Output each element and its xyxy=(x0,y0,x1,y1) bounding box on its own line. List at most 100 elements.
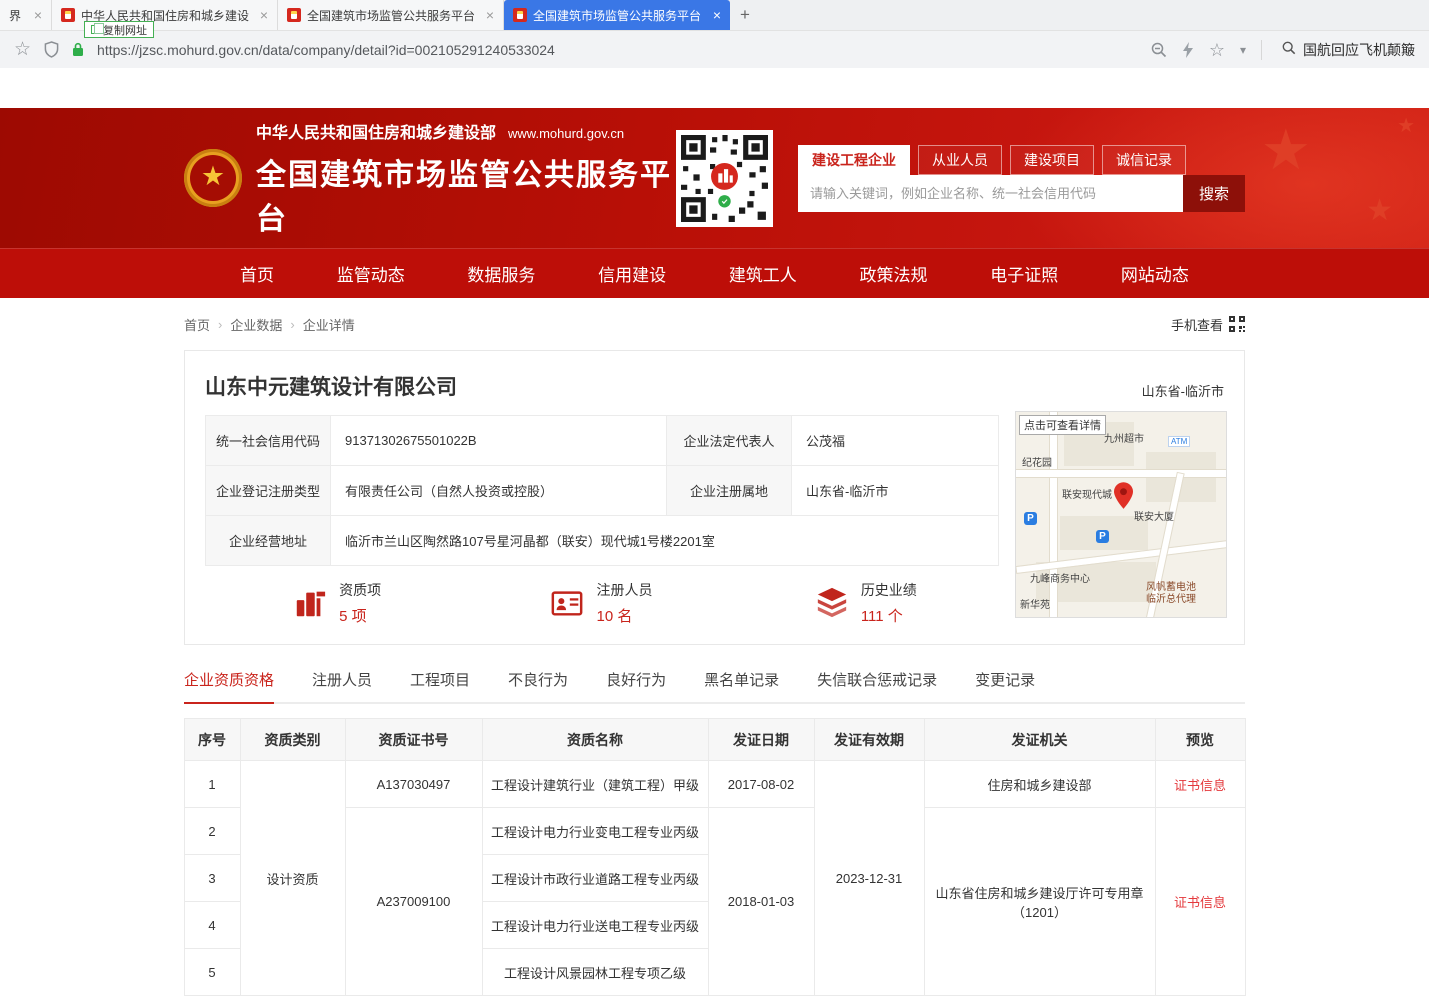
brand-text: 中华人民共和国住房和城乡建设部 www.mohurd.gov.cn 全国建筑市场… xyxy=(256,119,676,238)
qualification-table: 序号 资质类别 资质证书号 资质名称 发证日期 发证有效期 发证机关 预览 1 … xyxy=(184,718,1246,996)
nav-item-news[interactable]: 网站动态 xyxy=(1121,261,1189,286)
cell-cert-no: A237009100 xyxy=(345,808,482,996)
tab-title: 全国建筑市场监管公共服务平台 xyxy=(307,7,480,24)
company-stats: 资质项 5 项 注册人员 10 名 历史业绩 111 个 xyxy=(205,580,998,626)
chevron-down-icon[interactable]: ▾ xyxy=(1240,44,1246,56)
nav-item-credit[interactable]: 信用建设 xyxy=(598,261,666,286)
new-tab-button[interactable]: + xyxy=(730,0,760,30)
nav-item-data-service[interactable]: 数据服务 xyxy=(467,261,535,286)
cert-info-link[interactable]: 证书信息 xyxy=(1174,778,1226,793)
search-tab-enterprise[interactable]: 建设工程企业 xyxy=(798,145,910,175)
cell-qual-name: 工程设计电力行业送电工程专业丙级 xyxy=(482,902,708,949)
copy-url-tooltip: 复制网址 xyxy=(84,21,154,38)
nav-item-workers[interactable]: 建筑工人 xyxy=(729,261,797,286)
zoom-out-icon[interactable] xyxy=(1151,42,1167,58)
map-label: 联安大厦 xyxy=(1134,508,1174,523)
field-label: 企业登记注册类型 xyxy=(206,466,331,516)
tab-close-icon[interactable]: × xyxy=(260,8,268,22)
tab-good-behavior[interactable]: 良好行为 xyxy=(606,669,666,702)
cert-info-link[interactable]: 证书信息 xyxy=(1174,895,1226,910)
field-value-credit-code: 91371302675501022B xyxy=(331,416,667,466)
stat-historical-performance[interactable]: 历史业绩 111 个 xyxy=(734,580,998,626)
layers-icon xyxy=(815,586,849,620)
search-tab-project[interactable]: 建设项目 xyxy=(1010,145,1094,175)
qr-code xyxy=(676,130,773,227)
detail-section-tabs: 企业资质资格 注册人员 工程项目 不良行为 良好行为 黑名单记录 失信联合惩戒记… xyxy=(184,669,1245,704)
parking-icon: P xyxy=(1096,530,1109,543)
company-info-table: 统一社会信用代码 91371302675501022B 企业法定代表人 公茂福 … xyxy=(205,415,999,566)
browser-tab-jzsc[interactable]: 全国建筑市场监管公共服务平台 × xyxy=(278,0,504,30)
site-favicon-icon xyxy=(61,8,75,22)
browser-chrome: 界 × 中华人民共和国住房和城乡建设 × 全国建筑市场监管公共服务平台 × 全国… xyxy=(0,0,1429,68)
decorative-star-icon: ★ xyxy=(1261,122,1311,178)
keyword-search-input[interactable] xyxy=(798,175,1183,212)
tab-close-icon[interactable]: × xyxy=(713,8,721,22)
col-header-preview: 预览 xyxy=(1155,719,1245,761)
flash-icon[interactable] xyxy=(1182,42,1194,58)
mini-qr-icon xyxy=(1229,316,1245,332)
site-title: 全国建筑市场监管公共服务平台 xyxy=(256,150,676,238)
stat-registered-personnel[interactable]: 注册人员 10 名 xyxy=(469,580,733,626)
field-value-legal-rep: 公茂福 xyxy=(792,416,999,466)
main-navigation: 首页 监管动态 数据服务 信用建设 建筑工人 政策法规 电子证照 网站动态 xyxy=(0,248,1429,298)
col-header-validity: 发证有效期 xyxy=(814,719,924,761)
site-favicon-icon xyxy=(287,8,301,22)
breadcrumb-separator: › xyxy=(218,317,222,332)
id-card-person-icon xyxy=(550,586,584,620)
browser-tab-partial[interactable]: 界 × xyxy=(0,0,52,30)
stat-value: 5 项 xyxy=(339,605,381,626)
search-icon xyxy=(1282,41,1296,58)
tab-bad-behavior[interactable]: 不良行为 xyxy=(508,669,568,702)
tab-dishonesty-records[interactable]: 失信联合惩戒记录 xyxy=(817,669,937,702)
nav-item-certificates[interactable]: 电子证照 xyxy=(990,261,1058,286)
map-widget[interactable]: 点击可查看详情 九州超市 ATM 纪花园 联安现代城 联安大厦 九峰商务中心 新… xyxy=(1015,411,1227,618)
search-button[interactable]: 搜索 xyxy=(1183,175,1245,212)
nav-item-supervision[interactable]: 监管动态 xyxy=(337,261,405,286)
tab-projects[interactable]: 工程项目 xyxy=(410,669,470,702)
table-header-row: 序号 资质类别 资质证书号 资质名称 发证日期 发证有效期 发证机关 预览 xyxy=(184,719,1245,761)
breadcrumb-detail[interactable]: 企业详情 xyxy=(303,315,355,334)
search-tab-personnel[interactable]: 从业人员 xyxy=(918,145,1002,175)
cell-issue-date: 2018-01-03 xyxy=(708,808,814,996)
cell-serial: 4 xyxy=(184,902,240,949)
cell-preview: 证书信息 xyxy=(1155,808,1245,996)
tab-close-icon[interactable]: × xyxy=(486,8,494,22)
cell-qual-name: 工程设计市政行业道路工程专业丙级 xyxy=(482,855,708,902)
breadcrumb-home[interactable]: 首页 xyxy=(184,315,210,334)
cell-preview: 证书信息 xyxy=(1155,761,1245,808)
decorative-star-icon: ★ xyxy=(1366,196,1393,226)
tab-registered-personnel[interactable]: 注册人员 xyxy=(312,669,372,702)
info-row: 统一社会信用代码 91371302675501022B 企业法定代表人 公茂福 xyxy=(206,416,999,466)
ministry-url: www.mohurd.gov.cn xyxy=(508,126,624,141)
search-tab-credit[interactable]: 诚信记录 xyxy=(1102,145,1186,175)
mobile-view-button[interactable]: 手机查看 xyxy=(1171,315,1245,334)
nav-item-policy[interactable]: 政策法规 xyxy=(860,261,928,286)
breadcrumb-enterprise-data[interactable]: 企业数据 xyxy=(230,315,282,334)
stat-qualifications[interactable]: 资质项 5 项 xyxy=(205,580,469,626)
stat-value: 111 个 xyxy=(861,605,917,626)
bookmark-star-icon[interactable]: ☆ xyxy=(14,40,31,59)
tab-close-icon[interactable]: × xyxy=(34,8,42,22)
stat-label: 注册人员 xyxy=(596,580,652,600)
browser-tab-bar: 界 × 中华人民共和国住房和城乡建设 × 全国建筑市场监管公共服务平台 × 全国… xyxy=(0,0,1429,31)
ministry-name: 中华人民共和国住房和城乡建设部 xyxy=(256,119,496,143)
field-label: 企业注册属地 xyxy=(667,466,792,516)
tab-change-records[interactable]: 变更记录 xyxy=(975,669,1035,702)
url-text[interactable]: https://jzsc.mohurd.gov.cn/data/company/… xyxy=(97,42,555,58)
nav-item-home[interactable]: 首页 xyxy=(240,261,274,286)
map-road xyxy=(1050,412,1057,618)
map-label-atm: ATM xyxy=(1168,436,1190,447)
site-header: ★ ★ ★ 中华人民共和国住房和城乡建设部 www.mohurd.gov.cn … xyxy=(0,108,1429,248)
site-favicon-icon xyxy=(513,8,527,22)
hot-search-box[interactable]: 国航回应飞机颠簸 xyxy=(1261,40,1415,60)
search-category-tabs: 建设工程企业 从业人员 建设项目 诚信记录 xyxy=(798,145,1245,175)
col-header-serial: 序号 xyxy=(184,719,240,761)
tab-blacklist[interactable]: 黑名单记录 xyxy=(704,669,779,702)
tab-title: 界 xyxy=(9,7,28,24)
favorite-star-icon[interactable]: ☆ xyxy=(1209,41,1225,59)
site-brand[interactable]: 中华人民共和国住房和城乡建设部 www.mohurd.gov.cn 全国建筑市场… xyxy=(184,119,676,238)
tab-qualifications[interactable]: 企业资质资格 xyxy=(184,669,274,704)
shield-icon[interactable] xyxy=(44,41,59,58)
cell-qual-name: 工程设计建筑行业（建筑工程）甲级 xyxy=(482,761,708,808)
browser-tab-active[interactable]: 全国建筑市场监管公共服务平台 × xyxy=(504,0,730,30)
